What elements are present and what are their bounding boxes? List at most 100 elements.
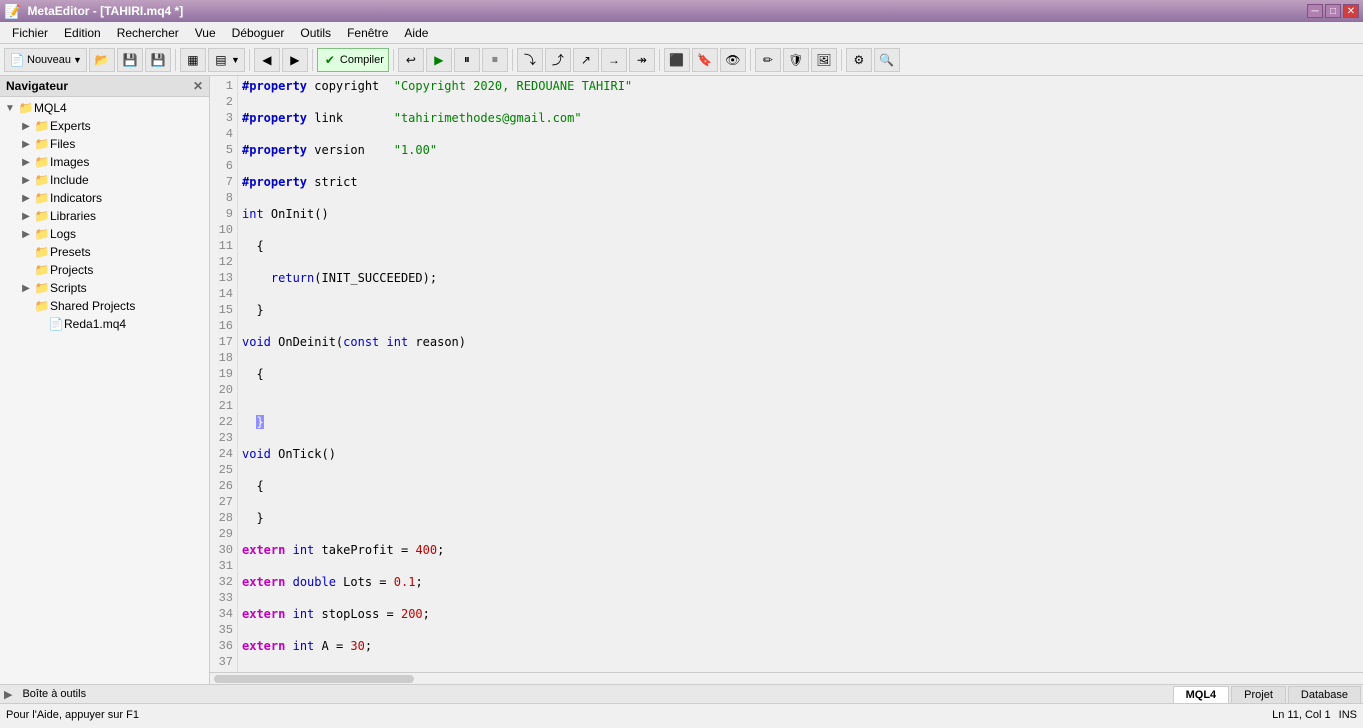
- line-num-5: 5: [214, 142, 233, 158]
- step-over-icon: ⤴: [550, 52, 566, 68]
- menu-fichier[interactable]: Fichier: [4, 24, 56, 42]
- stop-button[interactable]: ⏹: [482, 48, 508, 72]
- back-button[interactable]: ↩: [398, 48, 424, 72]
- nav-item-indicators[interactable]: ▶ 📁 Indicators: [0, 189, 209, 207]
- toolbox-label: Boîte à outils: [16, 685, 92, 703]
- menu-outils[interactable]: Outils: [292, 24, 339, 42]
- nav-item-scripts[interactable]: ▶ 📁 Scripts: [0, 279, 209, 297]
- nav-forward-button[interactable]: ▶: [282, 48, 308, 72]
- expand-shared-icon: [18, 298, 34, 314]
- line-num-10: 10: [214, 222, 233, 238]
- save-all-icon: 💾: [150, 52, 166, 68]
- nav-label-mql4: MQL4: [34, 101, 67, 115]
- pause-button[interactable]: ⏸: [454, 48, 480, 72]
- line-num-12: 12: [214, 254, 233, 270]
- line-num-4: 4: [214, 126, 233, 142]
- toolbox-toggle[interactable]: ▶: [0, 686, 16, 703]
- view2-button[interactable]: ▤ ▼: [208, 48, 245, 72]
- nav-label-shared: Shared Projects: [50, 299, 135, 313]
- goto2-icon: ↠: [634, 52, 650, 68]
- code-line-15: }: [242, 510, 1359, 526]
- code-line-8: }: [242, 302, 1359, 318]
- tab-database[interactable]: Database: [1288, 686, 1361, 703]
- save-button[interactable]: 💾: [117, 48, 143, 72]
- search-button[interactable]: 🔍: [874, 48, 900, 72]
- line-num-7: 7: [214, 174, 233, 190]
- nav-item-mql4[interactable]: ▼ 📁 MQL4: [0, 99, 209, 117]
- menu-aide[interactable]: Aide: [396, 24, 436, 42]
- minimize-button[interactable]: ─: [1307, 4, 1323, 18]
- nav-item-projects[interactable]: 📁 Projects: [0, 261, 209, 279]
- code-line-14: {: [242, 478, 1359, 494]
- line-num-28: 28: [214, 510, 233, 526]
- horizontal-scrollbar[interactable]: [210, 672, 1363, 684]
- editor-scroll[interactable]: 1 2 3 4 5 6 7 8 9 10 11 12 13 14 15 16 1…: [210, 76, 1363, 672]
- nav-item-images[interactable]: ▶ 📁 Images: [0, 153, 209, 171]
- nav-back-button[interactable]: ◀: [254, 48, 280, 72]
- nav-item-include[interactable]: ▶ 📁 Include: [0, 171, 209, 189]
- code-content[interactable]: #property copyright "Copyright 2020, RED…: [238, 76, 1363, 672]
- line-num-26: 26: [214, 478, 233, 494]
- nav-forward-icon: ▶: [287, 52, 303, 68]
- image-button[interactable]: 🖼: [811, 48, 837, 72]
- nav-item-logs[interactable]: ▶ 📁 Logs: [0, 225, 209, 243]
- hscroll-thumb[interactable]: [214, 675, 414, 683]
- step-over-button[interactable]: ⤴: [545, 48, 571, 72]
- view1-icon: ▦: [185, 52, 201, 68]
- nav-item-reda1[interactable]: 📄 Reda1.mq4: [0, 315, 209, 333]
- goto2-button[interactable]: ↠: [629, 48, 655, 72]
- view1-button[interactable]: ▦: [180, 48, 206, 72]
- nav-item-shared[interactable]: 📁 Shared Projects: [0, 297, 209, 315]
- save-all-button[interactable]: 💾: [145, 48, 171, 72]
- folder-shared-icon: 📁: [34, 298, 50, 314]
- open-button[interactable]: 📂: [89, 48, 115, 72]
- toolbar: 📄 Nouveau ▼ 📂 💾 💾 ▦ ▤ ▼ ◀ ▶ ✔ Compiler ↩…: [0, 44, 1363, 76]
- bottom-tabs-area: ▶ Boîte à outils MQL4 Projet Database: [0, 685, 1363, 703]
- nav-label-include: Include: [50, 173, 89, 187]
- nav-item-libraries[interactable]: ▶ 📁 Libraries: [0, 207, 209, 225]
- nav-item-presets[interactable]: 📁 Presets: [0, 243, 209, 261]
- navigator-close-button[interactable]: ✕: [193, 79, 203, 93]
- line-num-23: 23: [214, 430, 233, 446]
- image-icon: 🖼: [816, 52, 832, 68]
- breakpoint2-button[interactable]: 🔖: [692, 48, 718, 72]
- bottom-section: ▶ Boîte à outils MQL4 Projet Database: [0, 684, 1363, 703]
- breakpoint-button[interactable]: ⬛: [664, 48, 690, 72]
- close-button[interactable]: ✕: [1343, 4, 1359, 18]
- goto-button[interactable]: →: [601, 48, 627, 72]
- tab-projet[interactable]: Projet: [1231, 686, 1286, 703]
- menu-deboger[interactable]: Déboguer: [224, 24, 293, 42]
- tab-mql4[interactable]: MQL4: [1173, 686, 1230, 703]
- shield-button[interactable]: 🛡: [783, 48, 809, 72]
- status-position: Ln 11, Col 1: [1272, 709, 1331, 721]
- watch-button[interactable]: 👁: [720, 48, 746, 72]
- step-in-icon: ⤵: [522, 52, 538, 68]
- menu-fenetre[interactable]: Fenêtre: [339, 24, 396, 42]
- status-bar: Pour l'Aide, appuyer sur F1 Ln 11, Col 1…: [0, 703, 1363, 725]
- nav-label-scripts: Scripts: [50, 281, 87, 295]
- separator1: [175, 49, 176, 71]
- edit-button[interactable]: ✏: [755, 48, 781, 72]
- step-out-button[interactable]: ↗: [573, 48, 599, 72]
- nav-label-experts: Experts: [50, 119, 91, 133]
- folder-experts-icon: 📁: [34, 118, 50, 134]
- step-in-button[interactable]: ⤵: [517, 48, 543, 72]
- code-line-17: extern double Lots = 0.1;: [242, 574, 1359, 590]
- separator4: [393, 49, 394, 71]
- settings-button[interactable]: ⚙: [846, 48, 872, 72]
- menu-edition[interactable]: Edition: [56, 24, 109, 42]
- maximize-button[interactable]: □: [1325, 4, 1341, 18]
- compile-button[interactable]: ✔ Compiler: [317, 48, 389, 72]
- code-line-16: extern int takeProfit = 400;: [242, 542, 1359, 558]
- new-button[interactable]: 📄 Nouveau ▼: [4, 48, 87, 72]
- play-button[interactable]: ▶: [426, 48, 452, 72]
- line-num-15: 15: [214, 302, 233, 318]
- nav-item-experts[interactable]: ▶ 📁 Experts: [0, 117, 209, 135]
- code-line-7: return(INIT_SUCCEEDED);: [242, 270, 1359, 286]
- title-text: MetaEditor - [TAHIRI.mq4 *]: [27, 4, 183, 18]
- menu-rechercher[interactable]: Rechercher: [109, 24, 187, 42]
- menu-vue[interactable]: Vue: [187, 24, 224, 42]
- line-num-9: 9: [214, 206, 233, 222]
- separator5: [512, 49, 513, 71]
- nav-item-files[interactable]: ▶ 📁 Files: [0, 135, 209, 153]
